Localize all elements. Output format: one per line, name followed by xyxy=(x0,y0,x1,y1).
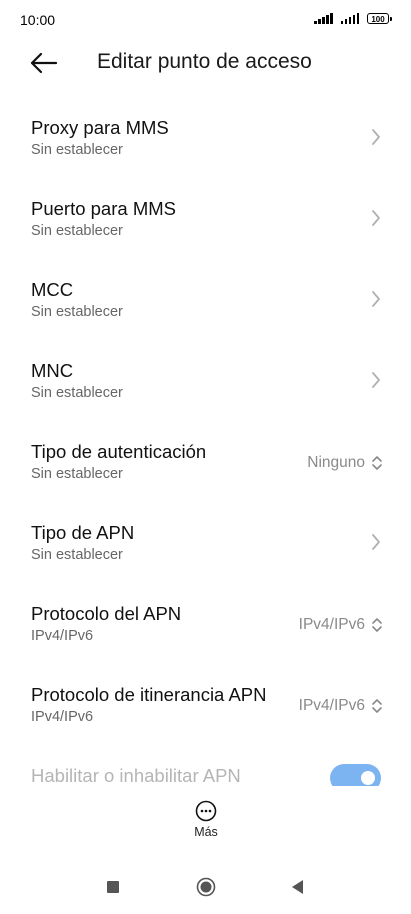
chevron-right-icon xyxy=(372,534,380,550)
row-tipo-apn[interactable]: Tipo de APN Sin establecer xyxy=(0,501,411,582)
header: Editar punto de acceso xyxy=(0,40,411,86)
row-subtitle: IPv4/IPv6 xyxy=(31,628,94,644)
row-mnc[interactable]: MNC Sin establecer xyxy=(0,339,411,420)
arrow-left-icon xyxy=(30,52,58,74)
updown-icon xyxy=(372,456,382,470)
row-tipo-autenticacion[interactable]: Tipo de autenticación Sin establecer Nin… xyxy=(0,420,411,501)
dropdown-value[interactable]: IPv4/IPv6 xyxy=(299,616,383,634)
row-title: Tipo de APN xyxy=(31,522,135,543)
row-subtitle: Sin establecer xyxy=(31,466,123,482)
row-title: MNC xyxy=(31,360,74,381)
row-protocolo-itinerancia[interactable]: Protocolo de itinerancia APN IPv4/IPv6 I… xyxy=(0,663,411,744)
row-proxy-mms[interactable]: Proxy para MMS Sin establecer xyxy=(0,96,411,177)
chevron-right-icon xyxy=(372,291,380,307)
home-button[interactable] xyxy=(196,877,216,897)
row-title: Puerto para MMS xyxy=(31,198,176,219)
nav-back-button[interactable] xyxy=(289,878,305,896)
dropdown-value-text: Ninguno xyxy=(307,454,365,471)
dropdown-value[interactable]: Ninguno xyxy=(307,454,383,472)
row-subtitle: IPv4/IPv6 xyxy=(31,709,94,725)
status-bar: 10:00 100 xyxy=(0,0,411,40)
system-nav-bar xyxy=(0,866,411,914)
battery-icon: 100 xyxy=(367,13,392,24)
row-title: Tipo de autenticación xyxy=(31,441,207,462)
dropdown-value-text: IPv4/IPv6 xyxy=(298,616,365,633)
row-title: Habilitar o inhabilitar APN xyxy=(31,765,241,786)
more-horizontal-icon xyxy=(195,800,217,822)
row-subtitle: Sin establecer xyxy=(31,304,123,320)
chevron-right-icon xyxy=(372,129,380,145)
more-button[interactable]: Más xyxy=(186,800,226,848)
chevron-right-icon xyxy=(372,210,380,226)
status-time: 10:00 xyxy=(20,12,56,28)
row-title: Protocolo de itinerancia APN xyxy=(31,684,267,705)
signal-icon xyxy=(314,13,333,24)
chevron-right-icon xyxy=(372,372,380,388)
row-subtitle: Sin establecer xyxy=(31,142,123,158)
row-subtitle: Sin establecer xyxy=(31,385,123,401)
status-icons: 100 xyxy=(314,13,392,24)
dropdown-value[interactable]: IPv4/IPv6 xyxy=(299,697,383,715)
row-title: MCC xyxy=(31,279,74,300)
row-puerto-mms[interactable]: Puerto para MMS Sin establecer xyxy=(0,177,411,258)
row-subtitle: Sin establecer xyxy=(31,547,123,563)
more-label: Más xyxy=(194,825,218,839)
row-title: Protocolo del APN xyxy=(31,603,182,624)
back-button[interactable] xyxy=(28,50,60,76)
dropdown-value-text: IPv4/IPv6 xyxy=(298,697,365,714)
settings-list: Proxy para MMS Sin establecer Puerto par… xyxy=(0,96,411,825)
row-subtitle: Sin establecer xyxy=(31,223,123,239)
row-mcc[interactable]: MCC Sin establecer xyxy=(0,258,411,339)
row-title: Proxy para MMS xyxy=(31,117,169,138)
page-title: Editar punto de acceso xyxy=(97,50,312,73)
updown-icon xyxy=(372,618,382,632)
signal-icon xyxy=(340,13,359,24)
updown-icon xyxy=(372,699,382,713)
row-protocolo-apn[interactable]: Protocolo del APN IPv4/IPv6 IPv4/IPv6 xyxy=(0,582,411,663)
recents-button[interactable] xyxy=(107,881,119,893)
